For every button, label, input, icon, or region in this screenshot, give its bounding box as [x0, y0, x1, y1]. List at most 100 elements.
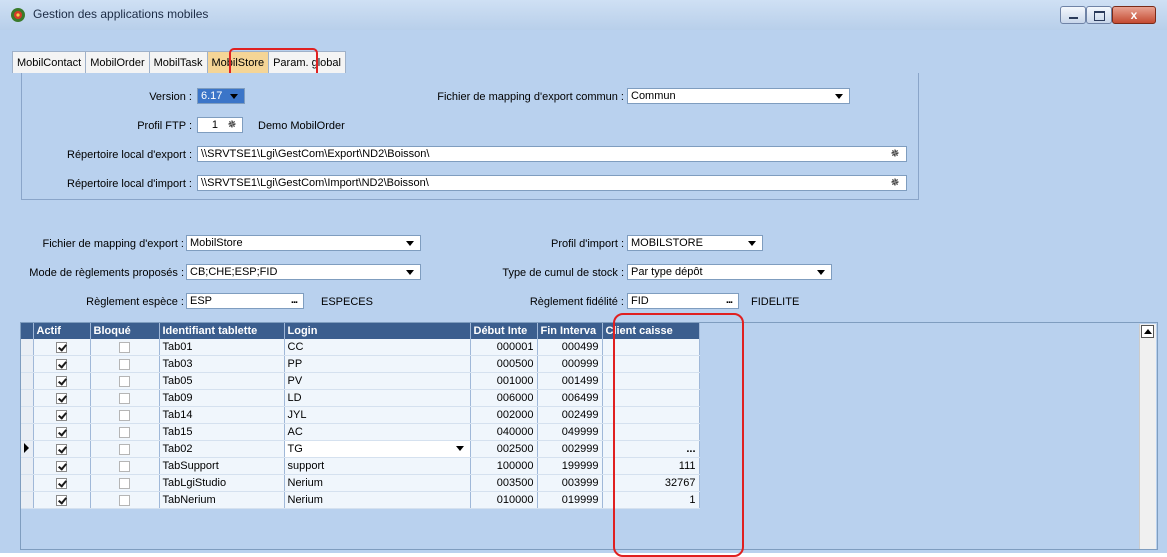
fin-cell[interactable]: 006499 — [537, 389, 603, 407]
tab-mobilcontact[interactable]: MobilContact — [12, 51, 87, 73]
login-cell[interactable]: PV — [284, 372, 471, 390]
identifiant-cell[interactable]: Tab02 — [159, 440, 285, 458]
table-row[interactable]: Tab05 PV 001000 001499 — [21, 372, 700, 390]
login-cell[interactable]: TG — [284, 440, 471, 458]
debut-cell[interactable]: 000500 — [470, 355, 538, 373]
actif-checkbox[interactable] — [56, 392, 67, 404]
column-header-login[interactable]: Login — [284, 323, 471, 339]
bloque-checkbox[interactable] — [119, 375, 130, 387]
bloque-cell[interactable] — [90, 457, 160, 475]
bloque-checkbox[interactable] — [119, 494, 130, 506]
actif-cell[interactable] — [33, 440, 91, 458]
login-dropdown-icon[interactable] — [455, 446, 464, 451]
column-header-bloque[interactable]: Bloqué — [90, 323, 160, 339]
bloque-checkbox[interactable] — [119, 443, 130, 455]
login-cell[interactable]: LD — [284, 389, 471, 407]
identifiant-cell[interactable]: Tab03 — [159, 355, 285, 373]
column-header-fin[interactable]: Fin Interva — [537, 323, 603, 339]
bloque-checkbox[interactable] — [119, 392, 130, 404]
column-header-actif[interactable]: Actif — [33, 323, 91, 339]
profil-import-select[interactable]: MOBILSTORE — [627, 235, 763, 251]
identifiant-cell[interactable]: Tab14 — [159, 406, 285, 424]
maximize-button[interactable] — [1086, 6, 1112, 24]
minimize-button[interactable] — [1060, 6, 1086, 24]
bloque-checkbox[interactable] — [119, 358, 130, 370]
table-row[interactable]: Tab03 PP 000500 000999 — [21, 355, 700, 373]
reglement-espece-lookup-button[interactable]: ... — [286, 294, 302, 306]
fin-cell[interactable]: 003999 — [537, 474, 603, 492]
login-cell[interactable]: support — [284, 457, 471, 475]
table-row[interactable]: TabSupport support 100000 199999 111 — [21, 457, 700, 475]
fin-cell[interactable]: 049999 — [537, 423, 603, 441]
table-row[interactable]: TabNerium Nerium 010000 019999 1 — [21, 491, 700, 509]
actif-checkbox[interactable] — [56, 443, 67, 455]
actif-cell[interactable] — [33, 423, 91, 441]
debut-cell[interactable]: 040000 — [470, 423, 538, 441]
bloque-checkbox[interactable] — [119, 341, 130, 353]
debut-cell[interactable]: 010000 — [470, 491, 538, 509]
debut-cell[interactable]: 002500 — [470, 440, 538, 458]
table-row[interactable]: Tab01 CC 000001 000499 — [21, 339, 700, 356]
actif-cell[interactable] — [33, 457, 91, 475]
bloque-cell[interactable] — [90, 389, 160, 407]
actif-cell[interactable] — [33, 339, 91, 356]
version-select[interactable]: 6.17 — [197, 88, 245, 104]
bloque-cell[interactable] — [90, 474, 160, 492]
fin-cell[interactable]: 000999 — [537, 355, 603, 373]
actif-checkbox[interactable] — [56, 409, 67, 421]
login-cell[interactable]: PP — [284, 355, 471, 373]
table-row[interactable]: Tab02 TG 002500 002999... — [21, 440, 700, 458]
debut-cell[interactable]: 003500 — [470, 474, 538, 492]
debut-cell[interactable]: 000001 — [470, 339, 538, 356]
export-dir-input[interactable]: \\SRVTSE1\Lgi\GestCom\Export\ND2\Boisson… — [197, 146, 907, 162]
login-cell[interactable]: Nerium — [284, 491, 471, 509]
fin-cell[interactable]: 001499 — [537, 372, 603, 390]
fin-cell[interactable]: 019999 — [537, 491, 603, 509]
import-dir-browse-icon[interactable]: ✵ — [888, 176, 902, 190]
table-row[interactable]: TabLgiStudio Nerium 003500 003999 32767 — [21, 474, 700, 492]
actif-checkbox[interactable] — [56, 375, 67, 387]
login-cell[interactable]: Nerium — [284, 474, 471, 492]
reglement-fidelite-lookup-button[interactable]: ... — [721, 294, 737, 306]
bloque-cell[interactable] — [90, 440, 160, 458]
login-cell[interactable]: JYL — [284, 406, 471, 424]
bloque-cell[interactable] — [90, 355, 160, 373]
tab-mobilorder[interactable]: MobilOrder — [85, 51, 150, 73]
bloque-cell[interactable] — [90, 491, 160, 509]
bloque-cell[interactable] — [90, 372, 160, 390]
actif-cell[interactable] — [33, 474, 91, 492]
debut-cell[interactable]: 006000 — [470, 389, 538, 407]
bloque-cell[interactable] — [90, 339, 160, 356]
bloque-cell[interactable] — [90, 423, 160, 441]
bloque-checkbox[interactable] — [119, 409, 130, 421]
bloque-checkbox[interactable] — [119, 426, 130, 438]
login-cell[interactable]: AC — [284, 423, 471, 441]
actif-cell[interactable] — [33, 389, 91, 407]
table-row[interactable]: Tab14 JYL 002000 002499 — [21, 406, 700, 424]
column-header-identifiant[interactable]: Identifiant tablette — [159, 323, 285, 339]
actif-checkbox[interactable] — [56, 494, 67, 506]
fin-cell[interactable]: 199999 — [537, 457, 603, 475]
mapping-common-select[interactable]: Commun — [627, 88, 850, 104]
debut-cell[interactable]: 100000 — [470, 457, 538, 475]
actif-cell[interactable] — [33, 491, 91, 509]
table-row[interactable]: Tab09 LD 006000 006499 — [21, 389, 700, 407]
cumul-stock-select[interactable]: Par type dépôt — [627, 264, 832, 280]
actif-checkbox[interactable] — [56, 477, 67, 489]
actif-checkbox[interactable] — [56, 460, 67, 472]
profil-ftp-browse-icon[interactable]: ✵ — [225, 118, 239, 132]
actif-checkbox[interactable] — [56, 426, 67, 438]
export-dir-browse-icon[interactable]: ✵ — [888, 147, 902, 161]
scroll-up-icon[interactable] — [1141, 325, 1154, 338]
close-button[interactable]: x — [1112, 6, 1156, 24]
mapping-export-select[interactable]: MobilStore — [186, 235, 421, 251]
identifiant-cell[interactable]: TabNerium — [159, 491, 285, 509]
identifiant-cell[interactable]: TabSupport — [159, 457, 285, 475]
fin-cell[interactable]: 000499 — [537, 339, 603, 356]
actif-cell[interactable] — [33, 355, 91, 373]
bloque-cell[interactable] — [90, 406, 160, 424]
table-row[interactable]: Tab15 AC 040000 049999 — [21, 423, 700, 441]
import-dir-input[interactable]: \\SRVTSE1\Lgi\GestCom\Import\ND2\Boisson… — [197, 175, 907, 191]
fin-cell[interactable]: 002999 — [537, 440, 603, 458]
reglements-select[interactable]: CB;CHE;ESP;FID — [186, 264, 421, 280]
